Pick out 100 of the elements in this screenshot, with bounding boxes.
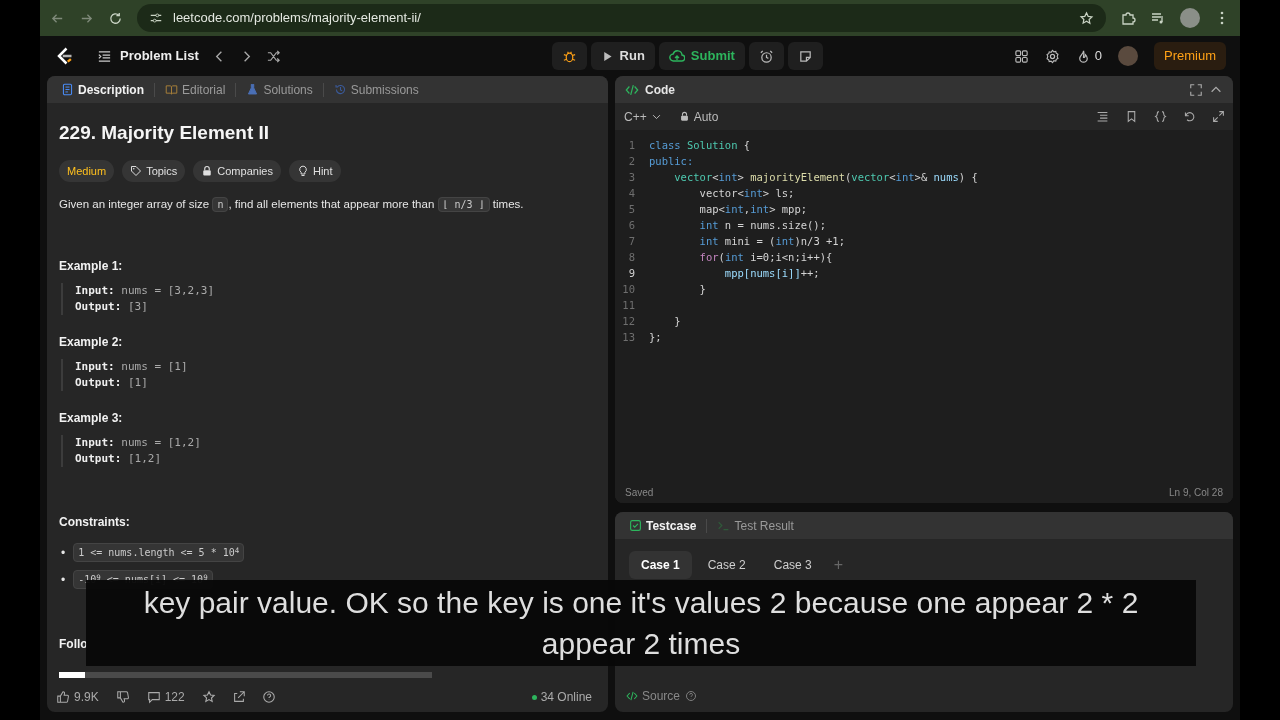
example-output-line: Output: [1] — [75, 375, 149, 392]
layout-icon[interactable] — [1013, 48, 1029, 64]
document-icon — [61, 83, 74, 96]
lock-icon — [201, 164, 214, 177]
companies-chip[interactable]: Companies — [193, 159, 281, 182]
panel-tab[interactable]: Submissions — [329, 80, 423, 99]
thumbs-up-icon — [56, 690, 70, 704]
extensions-icon[interactable] — [1120, 10, 1136, 26]
hint-chip[interactable]: Hint — [288, 159, 341, 182]
reset-icon[interactable] — [1183, 110, 1196, 123]
panel-tab[interactable]: Description — [57, 80, 148, 99]
panel-title: Code — [645, 81, 675, 99]
shuffle-icon[interactable] — [265, 48, 281, 64]
share-icon[interactable] — [231, 690, 246, 704]
bullet-mark: • — [61, 571, 66, 589]
difficulty-badge: Medium — [59, 159, 115, 182]
terminal-icon — [717, 519, 731, 532]
example-heading: Example 3: — [59, 410, 124, 428]
problem-statement: Given an integer array of size n , find all elements that appear more than ⌊ n/3 ⌋ times. — [59, 196, 525, 214]
mode-label: Auto — [693, 108, 719, 126]
debug-button[interactable] — [551, 42, 587, 70]
code-icon — [625, 82, 639, 97]
fullscreen-icon[interactable] — [1189, 82, 1203, 97]
profile-avatar[interactable] — [1180, 8, 1200, 28]
notes-button[interactable] — [787, 42, 823, 70]
follow-up-text: Follo — [59, 636, 88, 654]
save-status: Saved — [625, 485, 654, 500]
cursor-position: Ln 9, Col 28 — [1169, 485, 1223, 500]
star-icon[interactable] — [201, 690, 216, 704]
line-number: 5 — [627, 202, 636, 217]
code-line: } — [673, 314, 681, 329]
line-number: 9 — [627, 266, 636, 281]
example-output-line: Output: [1,2] — [75, 451, 163, 468]
example-input-line: Input: nums = [1,2] — [75, 435, 202, 452]
code-icon — [626, 690, 638, 702]
list-icon — [97, 48, 112, 64]
panel-tab[interactable]: Testcase — [625, 516, 701, 535]
source-link[interactable]: Source — [625, 686, 682, 706]
language-selector[interactable]: C++ — [623, 106, 663, 127]
line-number: 10 — [621, 282, 636, 297]
history-icon — [333, 83, 347, 96]
media-controls-icon[interactable] — [1150, 10, 1166, 26]
code-line: public: — [649, 154, 694, 169]
alarm-clock-icon — [758, 48, 774, 64]
timer-button[interactable] — [748, 42, 784, 70]
site-info-icon[interactable] — [149, 11, 163, 25]
example-output-line: Output: [3] — [75, 299, 149, 316]
braces-icon[interactable] — [1154, 110, 1167, 123]
panel-tab[interactable]: Editorial — [161, 80, 230, 99]
thumbs-down-icon[interactable] — [115, 690, 130, 704]
comment-icon — [146, 690, 161, 704]
format-icon[interactable] — [1096, 110, 1109, 123]
comments-button[interactable]: 122 — [145, 687, 186, 707]
example-input-line: Input: nums = [3,2,3] — [75, 283, 216, 300]
example-heading: Example 2: — [59, 334, 124, 352]
bulb-icon — [296, 164, 309, 177]
constraint-text: 1 <= nums.length <= 5 * 10$^{4}$ — [73, 543, 245, 563]
cloud-upload-icon — [668, 48, 685, 64]
settings-icon[interactable] — [1044, 48, 1060, 64]
submit-button[interactable]: Submit — [658, 42, 745, 70]
reload-icon[interactable] — [108, 10, 123, 26]
premium-button[interactable]: Premium — [1154, 42, 1226, 70]
line-number: 2 — [627, 154, 636, 169]
panel-tab[interactable]: Test Result — [713, 516, 798, 535]
like-button[interactable]: 9.9K — [55, 687, 100, 707]
topics-chip[interactable]: Topics — [122, 159, 186, 182]
line-number: 7 — [627, 234, 636, 249]
help-icon[interactable] — [261, 690, 276, 704]
line-number: 11 — [621, 298, 636, 313]
online-dot — [531, 694, 537, 700]
case-tab[interactable]: Case 1 — [629, 551, 692, 579]
line-number: 13 — [621, 330, 636, 345]
note-icon — [797, 48, 813, 64]
example-input-line: Input: nums = [1] — [75, 359, 189, 376]
streak-count: 0 — [1094, 47, 1102, 66]
example-heading: Example 1: — [59, 258, 124, 276]
tag-icon — [130, 164, 143, 177]
constraints-heading: Constraints: — [59, 514, 131, 532]
panel-tab[interactable]: Solutions — [242, 80, 317, 99]
code-line: int mini = (int)n/3 +1; — [698, 234, 845, 249]
flask-icon — [246, 83, 260, 96]
case-tab[interactable]: Case 3 — [761, 551, 824, 579]
run-button[interactable]: Run — [590, 42, 655, 70]
code-line: mpp[nums[i]]++; — [723, 266, 820, 281]
code-line: } — [698, 282, 706, 297]
book-icon — [165, 83, 178, 96]
checkbox-icon — [629, 519, 642, 532]
bookmark-icon[interactable] — [1125, 110, 1138, 123]
case-tab[interactable]: Case 2 — [695, 551, 758, 579]
bullet-mark: • — [61, 544, 66, 562]
line-number: 12 — [621, 314, 636, 329]
code-line: int n = nums.size(); — [698, 218, 826, 233]
code-line: vector<int> majorityElement(vector<int>& nums) { — [673, 170, 978, 185]
video-progress-bar[interactable] — [59, 672, 432, 678]
expand-icon[interactable] — [1212, 110, 1225, 123]
code-line: map<int,int> mpp; — [698, 202, 808, 217]
help-icon[interactable] — [685, 690, 698, 702]
address-bar[interactable]: leetcode.com/problems/majority-element-ii/ — [137, 4, 1106, 32]
problem-list-link[interactable]: Problem List — [96, 45, 200, 67]
bookmark-star-icon[interactable] — [1079, 10, 1094, 26]
